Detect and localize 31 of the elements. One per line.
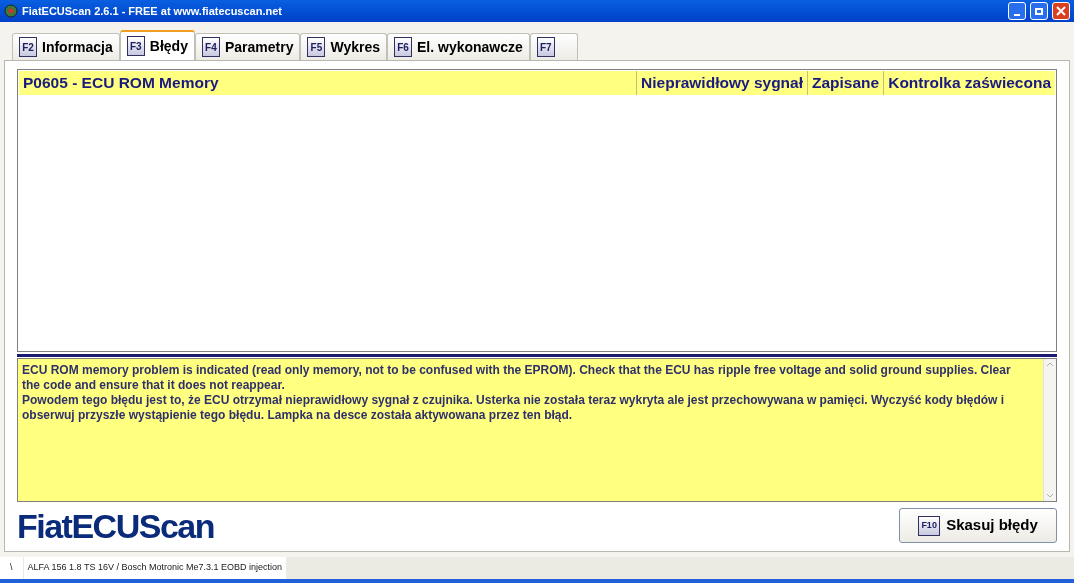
tab[interactable]: F2 Informacja — [12, 33, 120, 60]
minimize-button[interactable] — [1008, 2, 1026, 20]
window-title: FiatECUScan 2.6.1 - FREE at www.fiatecuscan.net — [22, 3, 282, 19]
description-box: ECU ROM memory problem is indicated (read only memory, not to be confused with the EPROM). Check that the ECU has ripple free voltage and solid ground supplies. Clear the code and ensure that it does not reappear. Powodem tego błędu jest to, że ECU otrzymał nieprawidłowy sygnał z czujnika. Usterka nie została teraz wykryta ale jest przechowywana w pamięci. Wyczyść kody błędów i obserwuj przyszłe wystąpienie tego błędu. Lampka na desce została aktywowana przez ten błąd. — [18, 359, 1043, 501]
key-badge: F2 — [19, 37, 37, 57]
tab[interactable]: F6 El. wykonawcze — [387, 33, 530, 60]
column-header: Nieprawidłowy sygnał — [636, 71, 807, 95]
tab[interactable]: F5 Wykres — [300, 33, 387, 60]
tab[interactable]: F4 Parametry — [194, 33, 301, 60]
close-button[interactable] — [1052, 2, 1070, 20]
logo: FiatECUScan — [17, 508, 214, 543]
clear-faults-button[interactable]: F10 Skasuj błędy — [899, 508, 1057, 543]
status-text: ALFA 156 1.8 TS 16V / Bosch Motronic Me7.3.1 EOBD injection — [23, 557, 286, 579]
app-icon — [4, 4, 18, 18]
tab[interactable]: F7 — [529, 33, 578, 60]
tab[interactable]: F3 Błędy — [119, 30, 195, 60]
column-header: Kontrolka zaświecona — [883, 71, 1055, 95]
status-text: \ — [0, 557, 23, 579]
key-badge: F7 — [536, 37, 555, 57]
key-badge: F5 — [307, 37, 326, 57]
close-icon — [1056, 6, 1066, 16]
scroll-down-icon — [1046, 493, 1054, 499]
key-badge: F10 — [918, 515, 941, 536]
column-header: P0605 - ECU ROM Memory — [22, 73, 220, 94]
restore-button[interactable] — [1030, 2, 1048, 20]
scrollbar[interactable] — [1043, 359, 1056, 501]
key-badge: F3 — [126, 36, 145, 56]
column-header: Zapisane — [807, 71, 884, 95]
scroll-up-icon — [1046, 361, 1054, 368]
key-badge: F6 — [394, 37, 412, 57]
key-badge: F4 — [201, 37, 220, 57]
